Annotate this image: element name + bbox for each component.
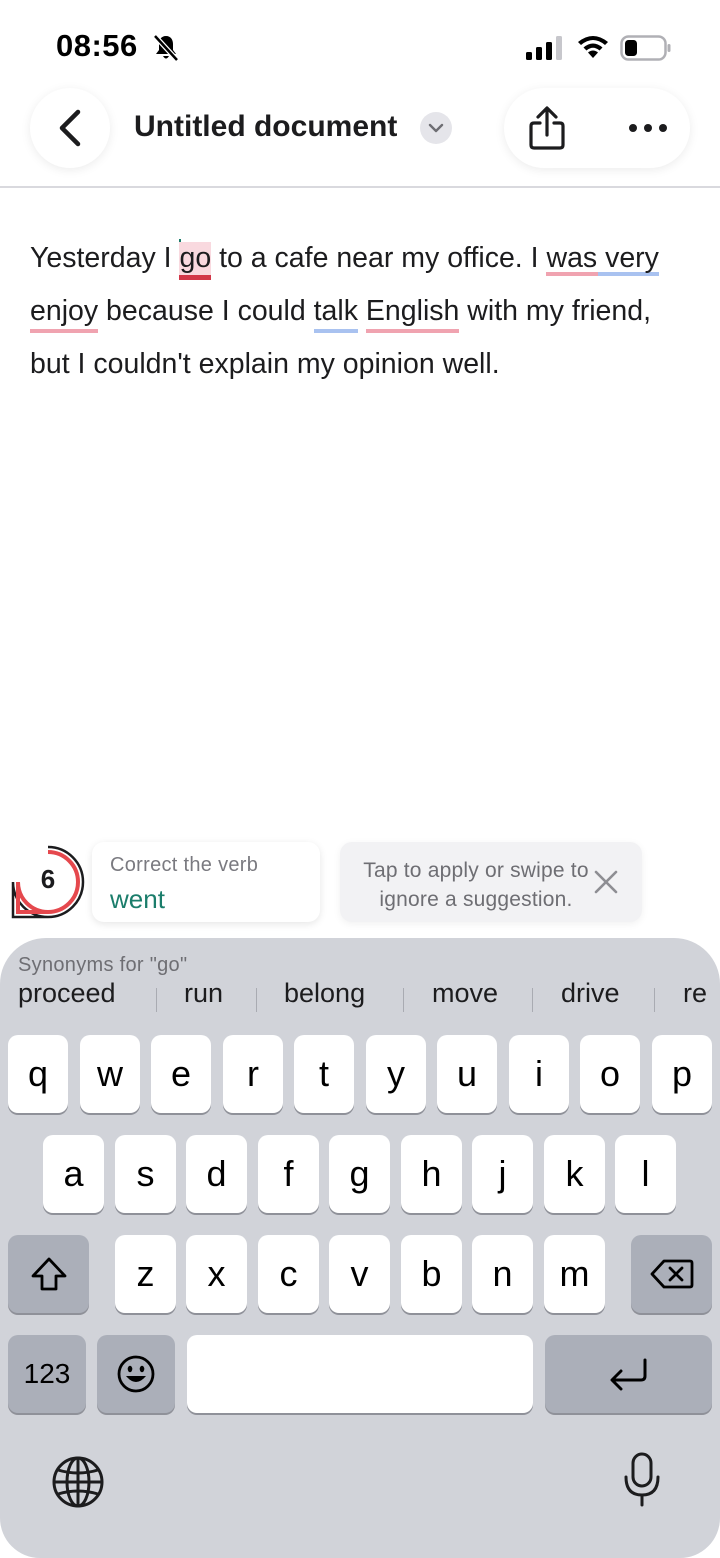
flagged-word-active[interactable]: go xyxy=(179,242,212,280)
text-segment xyxy=(358,295,366,327)
synonym-item[interactable]: run xyxy=(184,978,223,1009)
divider xyxy=(156,988,157,1012)
tip-text: Tap to apply or swipe to ignore a sugges… xyxy=(363,859,589,911)
document-title[interactable]: Untitled document xyxy=(134,110,397,144)
emoji-icon xyxy=(117,1355,155,1393)
share-button[interactable] xyxy=(524,104,570,152)
signal-icon xyxy=(526,36,562,60)
key-m[interactable]: m xyxy=(544,1235,605,1313)
space-key[interactable] xyxy=(187,1335,533,1413)
synonyms-label: Synonyms for "go" xyxy=(18,954,188,976)
key-e[interactable]: e xyxy=(151,1035,211,1113)
key-h[interactable]: h xyxy=(401,1135,462,1213)
key-i[interactable]: i xyxy=(509,1035,569,1113)
close-icon[interactable] xyxy=(592,868,620,896)
suggestion-card[interactable]: Correct the verb went xyxy=(92,842,320,922)
synonym-item[interactable]: proceed xyxy=(18,978,116,1009)
key-v[interactable]: v xyxy=(329,1235,390,1313)
flagged-word[interactable]: enjoy xyxy=(30,295,99,333)
globe-icon xyxy=(52,1456,104,1508)
keyboard: Synonyms for "go" proceed run belong mov… xyxy=(0,938,720,1558)
wifi-icon xyxy=(578,36,608,58)
synonym-item[interactable]: belong xyxy=(284,978,365,1009)
microphone-icon xyxy=(624,1452,660,1507)
key-l[interactable]: l xyxy=(615,1135,676,1213)
microphone-key[interactable] xyxy=(614,1450,670,1510)
emoji-key[interactable] xyxy=(97,1335,175,1413)
synonym-item[interactable]: drive xyxy=(561,978,620,1009)
text-segment: to a cafe near my office. I xyxy=(211,242,547,274)
numbers-key[interactable]: 123 xyxy=(8,1335,86,1413)
key-z[interactable]: z xyxy=(115,1235,176,1313)
divider xyxy=(403,988,404,1012)
key-g[interactable]: g xyxy=(329,1135,390,1213)
divider xyxy=(654,988,655,1012)
flagged-word[interactable]: talk xyxy=(313,295,358,333)
key-d[interactable]: d xyxy=(186,1135,247,1213)
divider xyxy=(532,988,533,1012)
more-button[interactable] xyxy=(620,110,676,146)
key-a[interactable]: a xyxy=(43,1135,104,1213)
return-icon xyxy=(610,1358,646,1391)
suggestion-value: went xyxy=(110,884,165,914)
text-segment: because I could xyxy=(98,295,314,327)
synonym-item[interactable]: re xyxy=(683,978,707,1009)
divider xyxy=(256,988,257,1012)
key-f[interactable]: f xyxy=(258,1135,319,1213)
key-y[interactable]: y xyxy=(366,1035,426,1113)
synonym-item[interactable]: move xyxy=(432,978,498,1009)
tip-card: Tap to apply or swipe to ignore a sugges… xyxy=(340,842,642,922)
text-segment: but I couldn't explain my opinion well. xyxy=(30,348,500,380)
delete-icon xyxy=(650,1259,693,1289)
delete-key[interactable] xyxy=(631,1235,712,1313)
return-key[interactable] xyxy=(545,1335,712,1413)
score-count: 6 xyxy=(40,864,56,894)
actions-pill xyxy=(504,88,690,168)
synonyms-row: proceed run belong move drive re xyxy=(0,978,720,1018)
suggestion-label: Correct the verb xyxy=(110,854,259,876)
key-q[interactable]: q xyxy=(8,1035,68,1113)
battery-icon xyxy=(620,35,671,61)
status-bar: 08:56 xyxy=(0,0,720,90)
navigation-bar: Untitled document xyxy=(0,86,720,188)
title-dropdown-button[interactable] xyxy=(420,112,452,144)
more-icon xyxy=(629,124,667,132)
chevron-down-icon xyxy=(428,123,444,133)
text-segment: with my friend, xyxy=(459,295,652,327)
key-p[interactable]: p xyxy=(652,1035,712,1113)
key-t[interactable]: t xyxy=(294,1035,354,1113)
key-c[interactable]: c xyxy=(258,1235,319,1313)
back-chevron-icon xyxy=(59,109,81,147)
key-r[interactable]: r xyxy=(223,1035,283,1113)
key-b[interactable]: b xyxy=(401,1235,462,1313)
key-w[interactable]: w xyxy=(80,1035,140,1113)
key-o[interactable]: o xyxy=(580,1035,640,1113)
flagged-phrase[interactable]: was very xyxy=(546,242,659,277)
globe-key[interactable] xyxy=(50,1454,106,1510)
back-button[interactable] xyxy=(30,88,110,168)
shift-key[interactable] xyxy=(8,1235,89,1313)
key-u[interactable]: u xyxy=(437,1035,497,1113)
key-x[interactable]: x xyxy=(186,1235,247,1313)
key-s[interactable]: s xyxy=(115,1135,176,1213)
text-segment: Yesterday I xyxy=(30,242,180,274)
status-time: 08:56 xyxy=(56,28,138,63)
bell-slash-icon xyxy=(153,34,179,62)
share-icon xyxy=(529,106,565,150)
score-badge[interactable]: 6 xyxy=(10,844,86,920)
flagged-word[interactable]: English xyxy=(365,295,460,333)
key-j[interactable]: j xyxy=(472,1135,533,1213)
key-n[interactable]: n xyxy=(472,1235,533,1313)
shift-icon xyxy=(31,1257,66,1291)
document-editor[interactable]: Yesterday I go to a cafe near my office.… xyxy=(30,232,700,391)
key-k[interactable]: k xyxy=(544,1135,605,1213)
